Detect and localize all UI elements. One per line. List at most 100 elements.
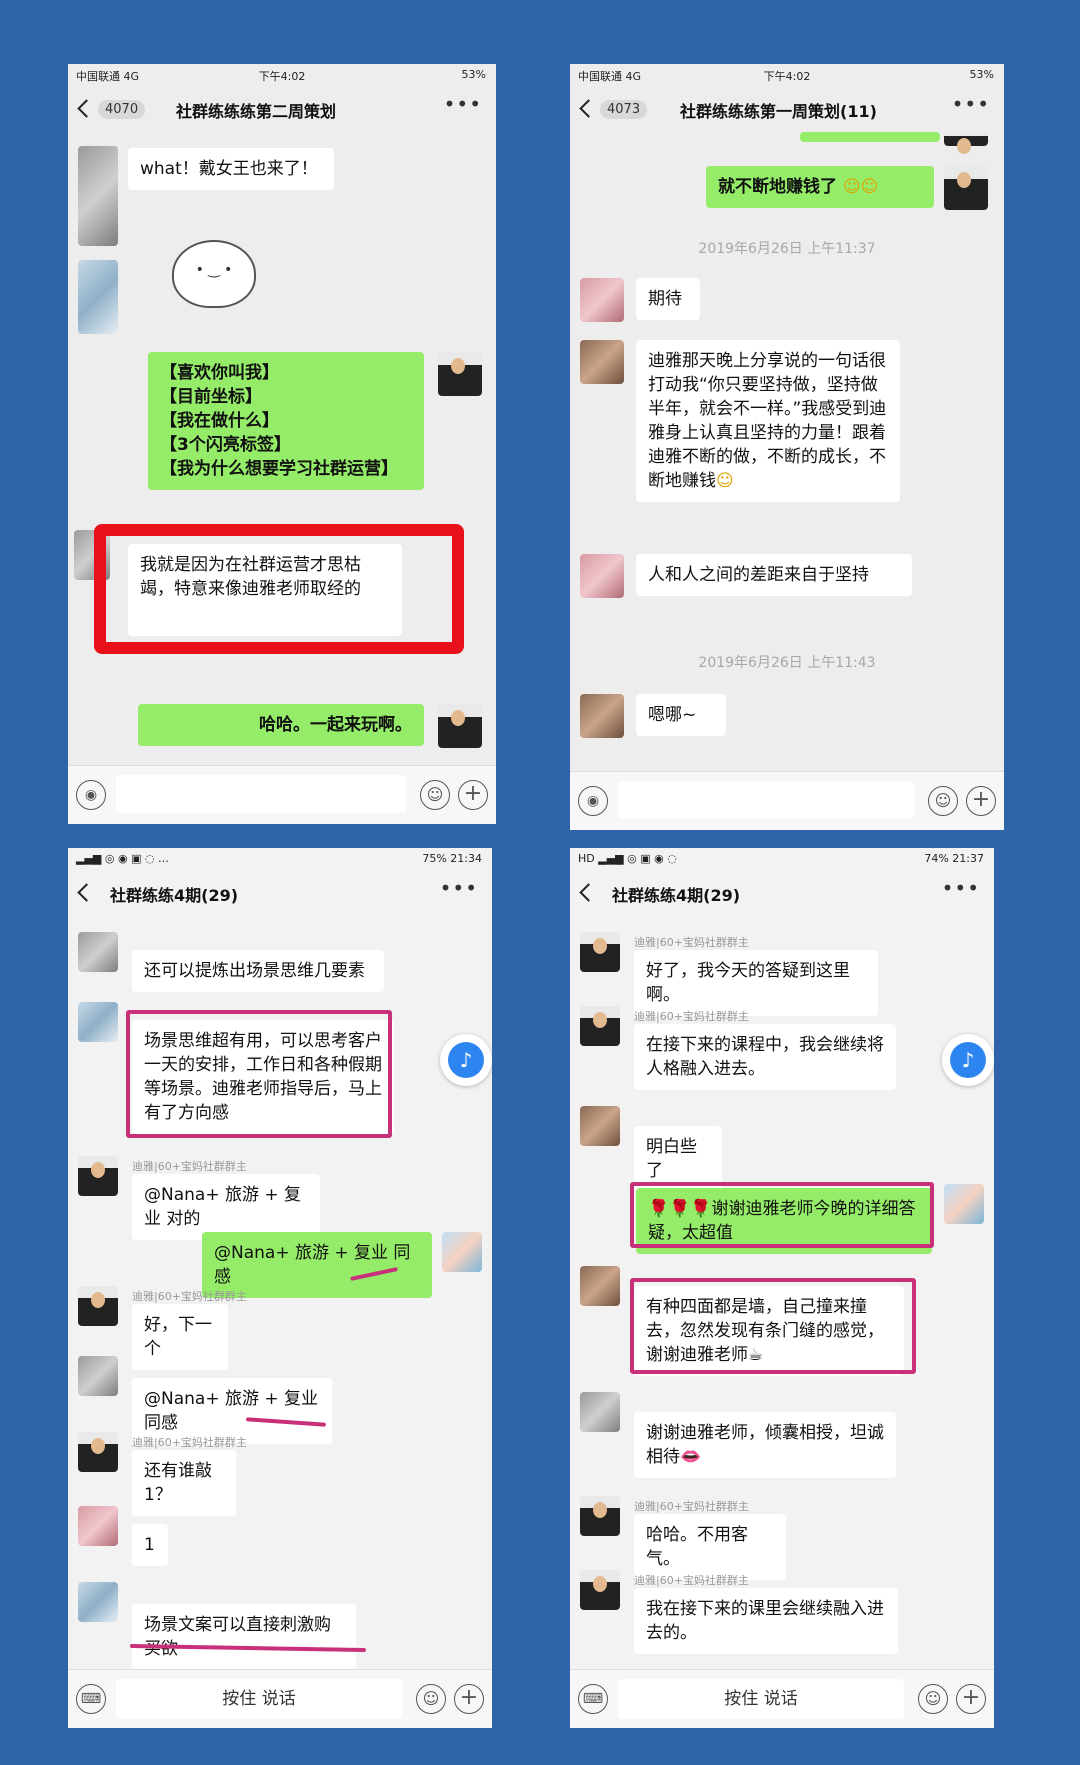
hold-to-talk-button[interactable]: 按住 说话 <box>618 1679 904 1719</box>
message-bubble: what！戴女王也来了！ <box>128 148 334 190</box>
timestamp: 2019年6月26日 上午11:43 <box>698 655 876 671</box>
voice-icon[interactable]: ◉ <box>76 780 106 810</box>
message-bubble: @Nana+ 旅游 + 复业 对的 <box>132 1174 320 1240</box>
avatar[interactable] <box>944 132 988 154</box>
avatar[interactable] <box>438 704 482 748</box>
avatar[interactable] <box>580 1496 620 1536</box>
avatar[interactable] <box>944 166 988 210</box>
highlight-box <box>630 1182 934 1248</box>
avatar[interactable] <box>580 1106 620 1146</box>
emoji-icon[interactable]: ☺ <box>918 1684 948 1714</box>
message-bubble: 【喜欢你叫我】 【目前坐标】 【我在做什么】 【3个闪亮标签】 【我为什么想要学… <box>148 352 424 490</box>
message-bubble: 好了，我今天的答疑到这里啊。 <box>634 950 878 1016</box>
avatar[interactable] <box>78 1156 118 1196</box>
more-options-icon[interactable]: ••• <box>444 92 482 116</box>
plus-icon[interactable]: + <box>956 1684 986 1714</box>
sender-name: 迪雅|60+宝妈社群群主 <box>132 1436 247 1449</box>
sender-name: 迪雅|60+宝妈社群群主 <box>132 1160 247 1173</box>
plus-icon[interactable]: + <box>458 780 488 810</box>
message-bubble: 还可以提炼出场景思维几要素 <box>132 950 384 992</box>
chat-screen-2: 中国联通 4G 下午4:02 53% 4073 社群练练练第一周策划(11) •… <box>570 64 1004 830</box>
more-options-icon[interactable]: ••• <box>952 92 990 116</box>
message-text: 迪雅那天晚上分享说的一句话很打动我“你只要坚持做，坚持做半年，就会不一样。”我感… <box>648 351 887 491</box>
music-float-icon[interactable] <box>942 1034 994 1086</box>
message-bubble: 好，下一个 <box>132 1304 228 1370</box>
more-options-icon[interactable]: ••• <box>440 876 478 900</box>
chat-screen-1: 中国联通 4G 下午4:02 53% 4070 社群练练练第二周策划 ••• w… <box>68 64 496 824</box>
back-arrow-icon[interactable] <box>582 878 595 905</box>
signal-icon: ▂▄▆ ◎ ◉ ▣ ◌ … <box>76 852 170 865</box>
message-bubble: 场景文案可以直接刺激购买欲 <box>132 1604 356 1670</box>
back-arrow-icon[interactable] <box>582 94 595 121</box>
highlight-box <box>94 524 464 654</box>
back-arrow-icon[interactable] <box>80 94 93 121</box>
avatar[interactable] <box>580 340 624 384</box>
timestamp: 2019年6月26日 上午11:37 <box>698 241 876 257</box>
avatar[interactable] <box>580 278 624 322</box>
avatar[interactable] <box>580 932 620 972</box>
message-input[interactable] <box>618 781 914 819</box>
status-bar: 中国联通 4G 下午4:02 53% <box>570 64 1004 86</box>
avatar[interactable] <box>78 1582 118 1622</box>
highlight-box <box>630 1278 916 1374</box>
avatar[interactable] <box>438 352 482 396</box>
emoji-icon[interactable]: ☺ <box>420 780 450 810</box>
message-bubble: 1 <box>132 1524 168 1566</box>
emoji-icon[interactable]: ☺ <box>416 1684 446 1714</box>
keyboard-icon[interactable]: ⌨ <box>578 1684 608 1714</box>
emoji-icon[interactable]: ☺ <box>928 786 958 816</box>
input-bar: ⌨ 按住 说话 ☺ + <box>570 1669 994 1728</box>
message-bubble: 谢谢迪雅老师，倾囊相授，坦诚相待👄 <box>634 1412 896 1478</box>
avatar[interactable] <box>78 1356 118 1396</box>
avatar[interactable] <box>580 1006 620 1046</box>
hold-to-talk-button[interactable]: 按住 说话 <box>116 1679 402 1719</box>
input-bar: ⌨ 按住 说话 ☺ + <box>68 1669 492 1728</box>
avatar[interactable] <box>580 1392 620 1432</box>
more-options-icon[interactable]: ••• <box>942 876 980 900</box>
voice-icon[interactable]: ◉ <box>578 786 608 816</box>
sender-name: 迪雅|60+宝妈社群群主 <box>634 1010 749 1023</box>
avatar[interactable] <box>78 260 118 334</box>
plus-icon[interactable]: + <box>966 786 996 816</box>
message-bubble: 就不断地赚钱了 ☺☺ <box>706 166 934 208</box>
sender-name: 迪雅|60+宝妈社群群主 <box>634 1500 749 1513</box>
sticker-image <box>172 240 256 308</box>
avatar[interactable] <box>580 1570 620 1610</box>
sender-name: 迪雅|60+宝妈社群群主 <box>634 936 749 949</box>
chat-header: 4070 社群练练练第二周策划 ••• <box>68 86 496 132</box>
plus-icon[interactable]: + <box>454 1684 484 1714</box>
avatar[interactable] <box>78 1432 118 1472</box>
avatar[interactable] <box>580 694 624 738</box>
status-bar: 中国联通 4G 下午4:02 53% <box>68 64 496 86</box>
message-bubble: 迪雅那天晚上分享说的一句话很打动我“你只要坚持做，坚持做半年，就会不一样。”我感… <box>636 340 900 502</box>
message-bubble: 哈哈。不用客气。 <box>634 1514 786 1580</box>
avatar[interactable] <box>78 932 118 972</box>
input-bar: ◉ ☺ + <box>68 765 496 824</box>
message-bubble: 在接下来的课程中，我会继续将人格融入进去。 <box>634 1024 896 1090</box>
avatar[interactable] <box>580 1266 620 1306</box>
battery-label: 53% <box>969 68 994 81</box>
avatar[interactable] <box>944 1184 984 1224</box>
avatar[interactable] <box>78 1286 118 1326</box>
music-float-icon[interactable] <box>440 1034 492 1086</box>
highlight-box <box>126 1010 392 1138</box>
emoji-icon: ☺ <box>716 471 734 491</box>
keyboard-icon[interactable]: ⌨ <box>76 1684 106 1714</box>
unread-badge[interactable]: 4073 <box>600 100 648 119</box>
chat-screen-3: ▂▄▆ ◎ ◉ ▣ ◌ … 75% 21:34 社群练练4期(29) ••• 还… <box>68 848 492 1728</box>
unread-badge[interactable]: 4070 <box>98 100 146 119</box>
back-arrow-icon[interactable] <box>80 878 93 905</box>
avatar[interactable] <box>78 1506 118 1546</box>
avatar[interactable] <box>78 1002 118 1042</box>
sender-name: 迪雅|60+宝妈社群群主 <box>634 1574 749 1587</box>
chat-title: 社群练练练第二周策划 <box>176 102 337 121</box>
message-input[interactable] <box>116 775 406 813</box>
battery-label: 75% 21:34 <box>422 852 482 865</box>
avatar[interactable] <box>442 1232 482 1272</box>
message-bubble: 人和人之间的差距来自于坚持 <box>636 554 912 596</box>
chat-title: 社群练练练第一周策划(11) <box>680 102 877 121</box>
message-bubble: 哈哈。一起来玩啊。 <box>138 704 424 746</box>
avatar[interactable] <box>580 554 624 598</box>
status-bar: ▂▄▆ ◎ ◉ ▣ ◌ … 75% 21:34 <box>68 848 492 870</box>
avatar[interactable] <box>78 146 118 246</box>
